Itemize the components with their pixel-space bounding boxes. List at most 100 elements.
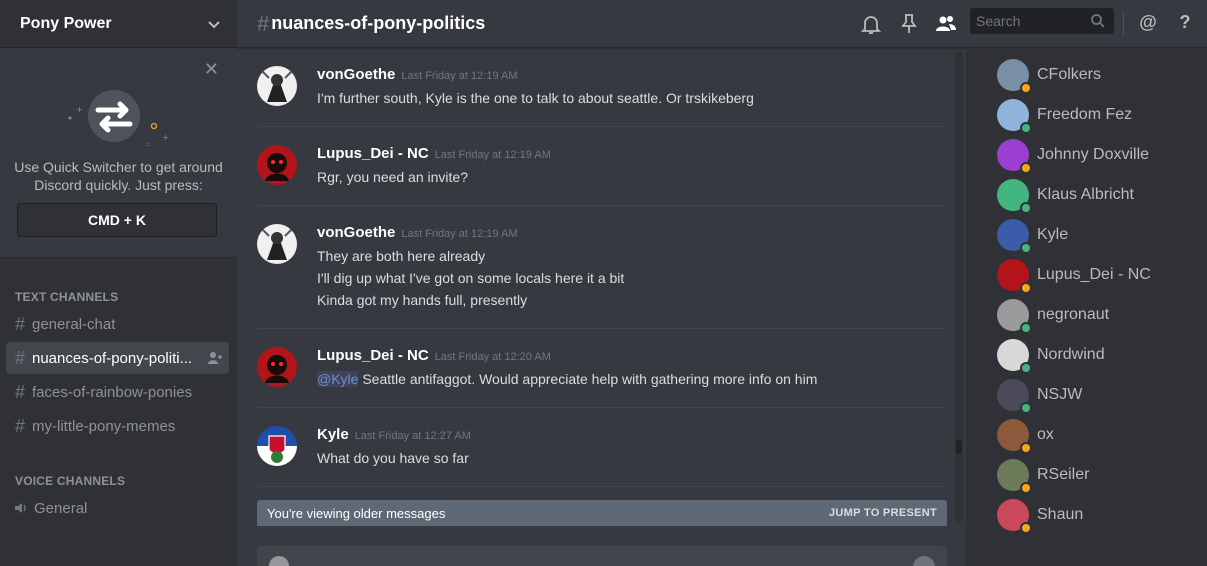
message-timestamp: Last Friday at 12:27 AM — [354, 430, 471, 442]
user-mention[interactable]: @Kyle — [317, 371, 359, 387]
avatar — [997, 459, 1032, 494]
status-indicator — [1020, 402, 1032, 414]
member-name: NSJW — [1037, 386, 1083, 403]
message-timestamp: Last Friday at 12:20 AM — [434, 351, 551, 363]
channel-title: nuances-of-pony-politics — [271, 13, 486, 33]
avatar[interactable] — [257, 66, 297, 106]
status-indicator — [1020, 282, 1032, 294]
channel-label: faces-of-rainbow-ponies — [32, 383, 193, 401]
avatar — [997, 99, 1032, 134]
emoji-icon[interactable] — [913, 556, 935, 566]
channel-my-little-pony-memes[interactable]: # my-little-pony-memes — [6, 410, 229, 442]
avatar — [997, 419, 1032, 454]
channel-label: general-chat — [32, 315, 116, 333]
member-item[interactable]: Lupus_Dei - NC — [997, 255, 1197, 295]
search-icon — [1091, 14, 1105, 28]
message-text: Rgr, you need an invite? — [317, 169, 468, 185]
server-header[interactable]: Pony Power — [0, 0, 237, 48]
category-text-channels[interactable]: TEXT CHANNELS — [15, 290, 118, 304]
chevron-down-icon[interactable] — [207, 17, 221, 31]
avatar — [997, 259, 1032, 294]
member-item[interactable]: RSeiler — [997, 455, 1197, 495]
pin-icon[interactable] — [897, 12, 921, 36]
member-item[interactable]: Klaus Albricht — [997, 175, 1197, 215]
hash-icon: # — [14, 415, 25, 436]
member-name: RSeiler — [1037, 466, 1090, 483]
jump-to-present-button[interactable]: JUMP TO PRESENT — [829, 507, 937, 519]
member-name: Freedom Fez — [1037, 106, 1133, 123]
member-item[interactable]: Shaun — [997, 495, 1197, 535]
channel-label: my-little-pony-memes — [32, 417, 176, 435]
channel-nuances-of-pony-politics[interactable]: # nuances-of-pony-politi... — [6, 342, 229, 374]
voice-channel-general[interactable]: General — [6, 492, 229, 524]
avatar — [997, 59, 1032, 94]
avatar[interactable] — [257, 145, 297, 185]
avatar — [997, 379, 1032, 414]
quick-switcher-icon: + + :: — [68, 90, 168, 148]
message-input[interactable] — [257, 546, 947, 566]
status-indicator — [1020, 362, 1032, 374]
status-indicator — [1020, 322, 1032, 334]
message-text: They are both here already — [317, 248, 486, 264]
bell-icon[interactable] — [859, 12, 883, 36]
channel-faces-of-rainbow-ponies[interactable]: # faces-of-rainbow-ponies — [6, 376, 229, 408]
message-author[interactable]: Lupus_Dei - NC Last Friday at 12:19 AM — [317, 145, 551, 162]
svg-text:+: + — [162, 133, 168, 142]
member-item[interactable]: Freedom Fez — [997, 95, 1197, 135]
member-item[interactable]: Nordwind — [997, 335, 1197, 375]
status-indicator — [1020, 242, 1032, 254]
quick-switcher-shortcut[interactable]: CMD + K — [17, 203, 217, 237]
member-item[interactable]: NSJW — [997, 375, 1197, 415]
help-icon[interactable]: ? — [1173, 12, 1197, 36]
status-indicator — [1020, 442, 1032, 454]
channel-label: nuances-of-pony-politi... — [32, 349, 193, 367]
message-author[interactable]: vonGoethe Last Friday at 12:19 AM — [317, 224, 518, 241]
message-text: @Kyle Seattle antifaggot. Would apprecia… — [317, 371, 818, 387]
member-item[interactable]: Johnny Doxville — [997, 135, 1197, 175]
search-placeholder: Search — [976, 13, 1021, 29]
member-name: Klaus Albricht — [1037, 186, 1134, 203]
message-timestamp: Last Friday at 12:19 AM — [434, 149, 551, 161]
message-author[interactable]: vonGoethe Last Friday at 12:19 AM — [317, 66, 518, 83]
hash-icon: # — [14, 381, 25, 402]
status-indicator — [1020, 522, 1032, 534]
avatar[interactable] — [257, 347, 297, 387]
member-list: CFolkers Freedom Fez Johnny Doxville Klaus … — [966, 48, 1207, 566]
message-divider — [257, 328, 947, 329]
toolbar-divider — [1123, 12, 1124, 36]
message-divider — [257, 486, 947, 487]
message-author[interactable]: Lupus_Dei - NC Last Friday at 12:20 AM — [317, 347, 551, 364]
member-name: Johnny Doxville — [1037, 146, 1150, 163]
quick-switcher-text: Use Quick Switcher to get around Discord… — [14, 159, 223, 193]
channel-label: General — [34, 499, 88, 517]
search-input[interactable]: Search — [970, 8, 1114, 34]
message-timestamp: Last Friday at 12:19 AM — [401, 228, 518, 240]
close-icon[interactable]: ✕ — [204, 60, 219, 78]
member-name: Nordwind — [1037, 346, 1105, 363]
members-icon[interactable] — [934, 12, 958, 36]
hash-icon: # — [14, 313, 25, 334]
status-indicator — [1020, 122, 1032, 134]
status-indicator — [1020, 482, 1032, 494]
message-list[interactable]: vonGoethe Last Friday at 12:19 AM I'm fur… — [237, 48, 951, 518]
channel-sidebar: Pony Power ✕ + + :: Use Quick Switcher t… — [0, 0, 237, 566]
member-name: ox — [1037, 426, 1054, 443]
create-invite-icon[interactable] — [207, 350, 223, 366]
member-item[interactable]: negronaut — [997, 295, 1197, 335]
mentions-icon[interactable]: @ — [1136, 12, 1160, 36]
avatar — [997, 179, 1032, 214]
member-item[interactable]: ox — [997, 415, 1197, 455]
scrollbar-thumb[interactable] — [956, 440, 962, 454]
member-name: Shaun — [1037, 506, 1084, 523]
member-item[interactable]: Kyle — [997, 215, 1197, 255]
member-name: negronaut — [1037, 306, 1110, 323]
category-voice-channels[interactable]: VOICE CHANNELS — [15, 474, 125, 488]
upload-icon[interactable] — [269, 556, 289, 566]
avatar[interactable] — [257, 224, 297, 264]
channel-general-chat[interactable]: # general-chat — [6, 308, 229, 340]
status-indicator — [1020, 162, 1032, 174]
member-item[interactable]: CFolkers — [997, 55, 1197, 95]
message-divider — [257, 407, 947, 408]
message-author[interactable]: Kyle Last Friday at 12:27 AM — [317, 426, 471, 443]
avatar[interactable] — [257, 426, 297, 466]
